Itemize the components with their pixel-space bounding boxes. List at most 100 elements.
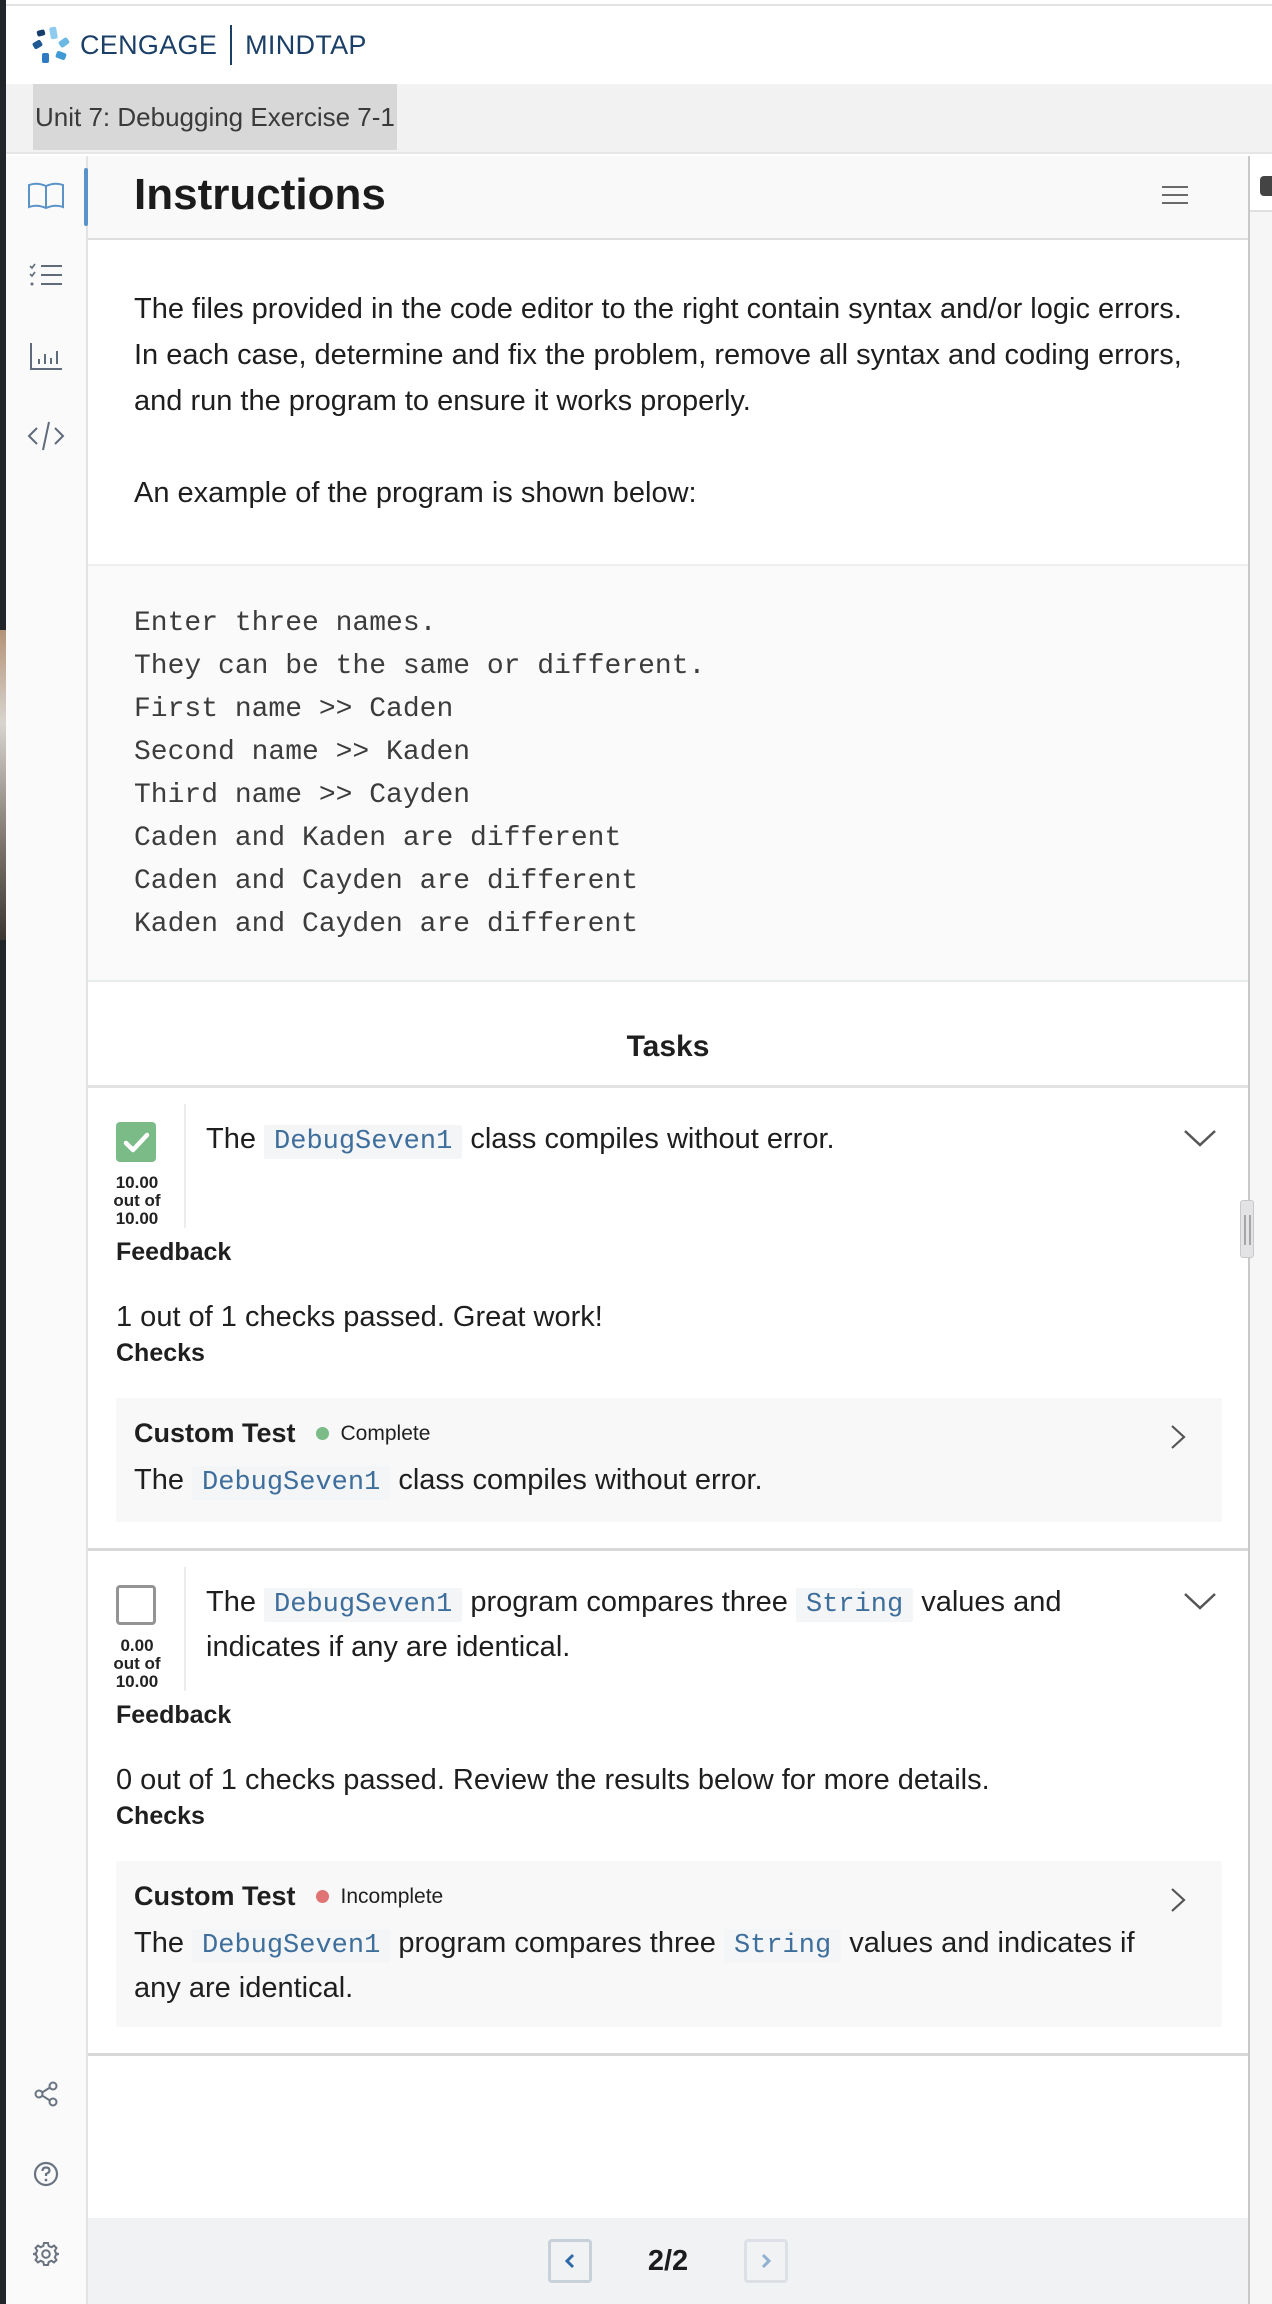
chevron-right-icon xyxy=(1171,1888,1186,1912)
score-earned: 10.00 xyxy=(115,1173,159,1192)
checks-label: Checks xyxy=(116,1802,205,1830)
example-output-line: Third name >> Cayden xyxy=(134,780,471,811)
text: program compares three xyxy=(470,1586,788,1618)
task-item: 0.00 out of 10.00 The DebugSeven1 progra… xyxy=(88,1551,1248,2056)
next-page-button[interactable] xyxy=(744,2239,789,2283)
brand-mindtap: MINDTAP xyxy=(245,29,367,60)
task-score: 0.00 out of 10.00 xyxy=(88,1567,186,1691)
text: The xyxy=(206,1123,256,1155)
feedback-text: 1 out of 1 checks passed. Great work! xyxy=(116,1301,603,1333)
instructions-title: Instructions xyxy=(134,170,386,219)
previous-page-button[interactable] xyxy=(547,2239,592,2283)
checklist-icon xyxy=(29,263,62,286)
help-button[interactable] xyxy=(24,2152,68,2196)
check-description: The DebugSeven1 class compiles without e… xyxy=(134,1459,1204,1504)
task-header: 10.00 out of 10.00 The DebugSeven1 class… xyxy=(88,1088,1248,1228)
text: The xyxy=(134,1927,184,1959)
example-output-line: Kaden and Cayden are different xyxy=(134,909,639,940)
sidebar-item-tasks[interactable] xyxy=(24,254,68,298)
settings-button[interactable] xyxy=(24,2232,68,2276)
check-header: Custom Test Incomplete xyxy=(134,1881,1204,1912)
example-output-line: Caden and Kaden are different xyxy=(134,823,622,854)
chevron-right-icon xyxy=(762,2253,772,2269)
example-output-line: First name >> Caden xyxy=(134,694,454,725)
chevron-down-icon xyxy=(1184,1130,1216,1147)
check-card[interactable]: Custom Test Incomplete The DebugSeven1 p… xyxy=(116,1861,1222,2027)
score-separator: out of xyxy=(113,1654,161,1673)
feedback-text: 0 out of 1 checks passed. Review the res… xyxy=(116,1764,990,1796)
code-identifier: DebugSeven1 xyxy=(192,1929,391,1963)
editor-toolbar-edge xyxy=(1250,156,1272,212)
check-card[interactable]: Custom Test Complete The DebugSeven1 cla… xyxy=(116,1398,1222,1522)
score-separator: out of xyxy=(113,1191,161,1210)
task-expand-button[interactable] xyxy=(1182,1589,1218,1613)
example-output-line: Caden and Cayden are different xyxy=(134,866,639,897)
share-button[interactable] xyxy=(24,2072,68,2116)
sidebar xyxy=(6,156,88,2304)
code-identifier: DebugSeven1 xyxy=(264,1588,463,1622)
code-identifier: String xyxy=(723,1929,842,1963)
check-status: Complete xyxy=(340,1421,431,1445)
check-name: Custom Test xyxy=(134,1418,296,1448)
panel-resize-handle[interactable] xyxy=(1240,1200,1254,1258)
chevron-left-icon xyxy=(564,2253,574,2269)
chevron-down-icon xyxy=(1184,1593,1216,1610)
gear-icon xyxy=(33,2242,59,2266)
code-identifier: DebugSeven1 xyxy=(192,1466,391,1500)
score-text: 0.00 out of 10.00 xyxy=(88,1637,186,1691)
panel-menu-button[interactable] xyxy=(1162,186,1188,208)
instructions-panel: Instructions The files provided in the c… xyxy=(88,156,1248,2304)
task-status-checkbox xyxy=(116,1122,156,1162)
brand-divider xyxy=(230,25,233,65)
task-item: 10.00 out of 10.00 The DebugSeven1 class… xyxy=(88,1088,1248,1551)
code-identifier: DebugSeven1 xyxy=(264,1125,463,1159)
hamburger-icon xyxy=(1162,186,1188,204)
chevron-right-icon xyxy=(1171,1425,1186,1449)
instructions-body: The files provided in the code editor to… xyxy=(88,240,1248,516)
sidebar-item-instructions[interactable] xyxy=(24,174,68,218)
cengage-logo-icon xyxy=(31,25,72,65)
code-identifier: String xyxy=(795,1588,914,1622)
page-indicator: 2/2 xyxy=(647,2244,689,2277)
editor-tab-edge[interactable] xyxy=(1260,176,1272,196)
instructions-header: Instructions xyxy=(88,156,1248,240)
check-header: Custom Test Complete xyxy=(134,1418,1204,1449)
text: The xyxy=(206,1586,256,1618)
top-bar: CENGAGE MINDTAP xyxy=(6,4,1272,84)
score-total: 10.00 xyxy=(115,1209,159,1228)
book-open-icon xyxy=(28,182,64,210)
score-earned: 0.00 xyxy=(120,1636,154,1655)
task-expand-button[interactable] xyxy=(1182,1126,1218,1150)
check-name: Custom Test xyxy=(134,1881,296,1911)
checkmark-icon xyxy=(123,1132,150,1153)
share-icon xyxy=(34,2081,58,2107)
score-total: 10.00 xyxy=(115,1672,159,1691)
task-status-checkbox xyxy=(116,1585,156,1625)
status-dot xyxy=(315,1890,329,1903)
example-output-line: Enter three names. xyxy=(134,608,437,639)
tasks-heading: Tasks xyxy=(88,982,1248,1088)
text: class compiles without error. xyxy=(470,1123,835,1155)
sidebar-item-code[interactable] xyxy=(24,414,68,458)
pagination: 2/2 xyxy=(88,2218,1248,2304)
instructions-paragraph: The files provided in the code editor to… xyxy=(134,293,1182,417)
text: program compares three xyxy=(398,1927,716,1959)
sidebar-item-grades[interactable] xyxy=(24,334,68,378)
example-output-line: They can be the same or different. xyxy=(134,651,706,682)
example-intro: An example of the program is shown below… xyxy=(134,477,697,509)
task-header: 0.00 out of 10.00 The DebugSeven1 progra… xyxy=(88,1551,1248,1691)
activity-title: Unit 7: Debugging Exercise 7-1 xyxy=(33,84,397,150)
brand-cengage: CENGAGE xyxy=(80,29,218,60)
check-status: Incomplete xyxy=(340,1884,444,1908)
example-output-line: Second name >> Kaden xyxy=(134,737,471,768)
feedback-label: Feedback xyxy=(116,1238,232,1266)
task-description: The DebugSeven1 class compiles without e… xyxy=(186,1088,1146,1228)
activity-title-bar: Unit 7: Debugging Exercise 7-1 xyxy=(6,84,1272,154)
example-output-block: Enter three names. They can be the same … xyxy=(88,564,1248,982)
bar-chart-icon xyxy=(30,343,62,370)
check-description: The DebugSeven1 program compares three S… xyxy=(134,1922,1204,2009)
feedback-label: Feedback xyxy=(116,1701,232,1729)
task-score: 10.00 out of 10.00 xyxy=(88,1104,186,1228)
text: The xyxy=(134,1464,184,1496)
status-dot xyxy=(315,1427,329,1440)
